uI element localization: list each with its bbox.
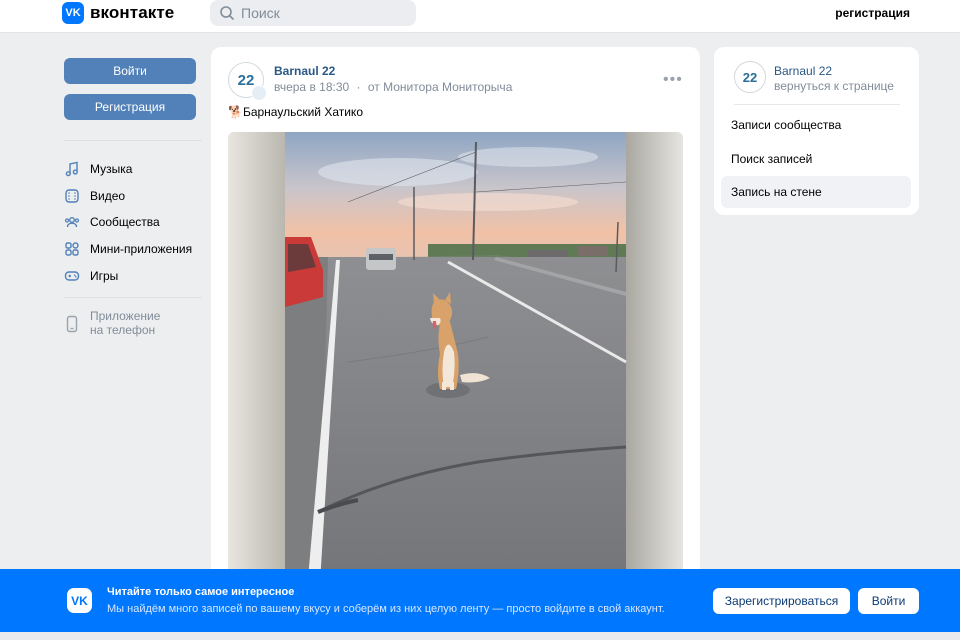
author-avatar bbox=[251, 85, 267, 101]
side-item-search-posts[interactable]: Поиск записей bbox=[721, 143, 911, 175]
search-input[interactable] bbox=[241, 5, 401, 21]
avatar-text: 22 bbox=[237, 71, 255, 89]
back-to-page-link[interactable]: вернуться к странице bbox=[774, 79, 894, 93]
nav-item-games[interactable]: Игры bbox=[64, 262, 202, 289]
vk-logo-icon: VK bbox=[62, 2, 84, 24]
mini-apps-icon bbox=[65, 242, 79, 256]
register-link[interactable]: регистрация bbox=[835, 6, 910, 20]
meta-separator: · bbox=[356, 80, 361, 94]
music-icon bbox=[65, 161, 78, 177]
vk-logo-text: вконтакте bbox=[90, 3, 175, 22]
nav-item-label: Музыка bbox=[90, 162, 133, 177]
divider bbox=[734, 104, 900, 105]
left-nav: Музыка Видео Сообщества Мини-приложения … bbox=[64, 156, 202, 289]
photo-dog-on-road bbox=[228, 132, 683, 640]
register-button[interactable]: Регистрация bbox=[64, 94, 196, 120]
banner-subtitle: Мы найдём много записей по вашему вкусу … bbox=[107, 603, 665, 615]
search-icon bbox=[220, 6, 234, 20]
post-card: 22 Barnaul 22 вчера в 18:30 · от Монитор… bbox=[211, 47, 700, 640]
search-box[interactable] bbox=[210, 0, 416, 26]
app-link-line-2: на телефон bbox=[90, 323, 156, 337]
top-bar: VK вконтакте регистрация bbox=[0, 0, 960, 33]
side-item-wall-post[interactable]: Запись на стене bbox=[721, 176, 911, 208]
nav-item-communities[interactable]: Сообщества bbox=[64, 209, 202, 236]
footer-strip bbox=[0, 632, 960, 640]
post-author[interactable]: Barnaul 22 bbox=[274, 64, 335, 78]
vk-logo-icon: VK bbox=[67, 588, 92, 613]
games-icon bbox=[64, 270, 80, 281]
divider bbox=[64, 140, 202, 141]
post-time[interactable]: вчера в 18:30 bbox=[274, 80, 349, 94]
phone-icon bbox=[66, 315, 78, 333]
nav-item-label: Видео bbox=[90, 188, 126, 203]
banner-register-button[interactable]: Зарегистрироваться bbox=[713, 588, 850, 614]
nav-item-label: Игры bbox=[90, 268, 119, 283]
login-promo-banner: VK Читайте только самое интересное Мы на… bbox=[0, 569, 960, 632]
nav-item-label: Сообщества bbox=[90, 215, 160, 230]
app-link-line-1: Приложение bbox=[90, 309, 161, 323]
post-signer[interactable]: от Монитора Мониторыча bbox=[368, 80, 513, 94]
login-button[interactable]: Войти bbox=[64, 58, 196, 84]
dog-emoji-icon: 🐕 bbox=[228, 105, 243, 119]
divider bbox=[64, 297, 202, 298]
side-item-community-posts[interactable]: Записи сообщества bbox=[721, 109, 911, 141]
mobile-app-link[interactable]: Приложение на телефон bbox=[64, 309, 160, 337]
post-photo[interactable] bbox=[228, 132, 683, 640]
community-avatar[interactable]: 22 bbox=[228, 62, 267, 101]
banner-title: Читайте только самое интересное bbox=[107, 586, 295, 598]
video-icon bbox=[65, 189, 79, 203]
side-community-avatar[interactable]: 22 bbox=[734, 61, 766, 93]
more-options-icon[interactable]: ••• bbox=[663, 71, 683, 89]
communities-icon bbox=[64, 217, 80, 228]
community-side-card: 22 Barnaul 22 вернуться к странице Запис… bbox=[714, 47, 919, 215]
vk-logo[interactable]: VK вконтакте bbox=[62, 2, 174, 24]
nav-item-video[interactable]: Видео bbox=[64, 183, 202, 210]
post-text: 🐕Барнаульский Хатико bbox=[228, 105, 363, 119]
nav-item-mini-apps[interactable]: Мини-приложения bbox=[64, 236, 202, 263]
post-text-body: Барнаульский Хатико bbox=[242, 105, 363, 119]
post-meta: вчера в 18:30 · от Монитора Мониторыча bbox=[274, 80, 512, 94]
nav-item-music[interactable]: Музыка bbox=[64, 156, 202, 183]
side-community-name[interactable]: Barnaul 22 bbox=[774, 64, 832, 78]
banner-login-button[interactable]: Войти bbox=[858, 588, 919, 614]
nav-item-label: Мини-приложения bbox=[90, 242, 193, 257]
